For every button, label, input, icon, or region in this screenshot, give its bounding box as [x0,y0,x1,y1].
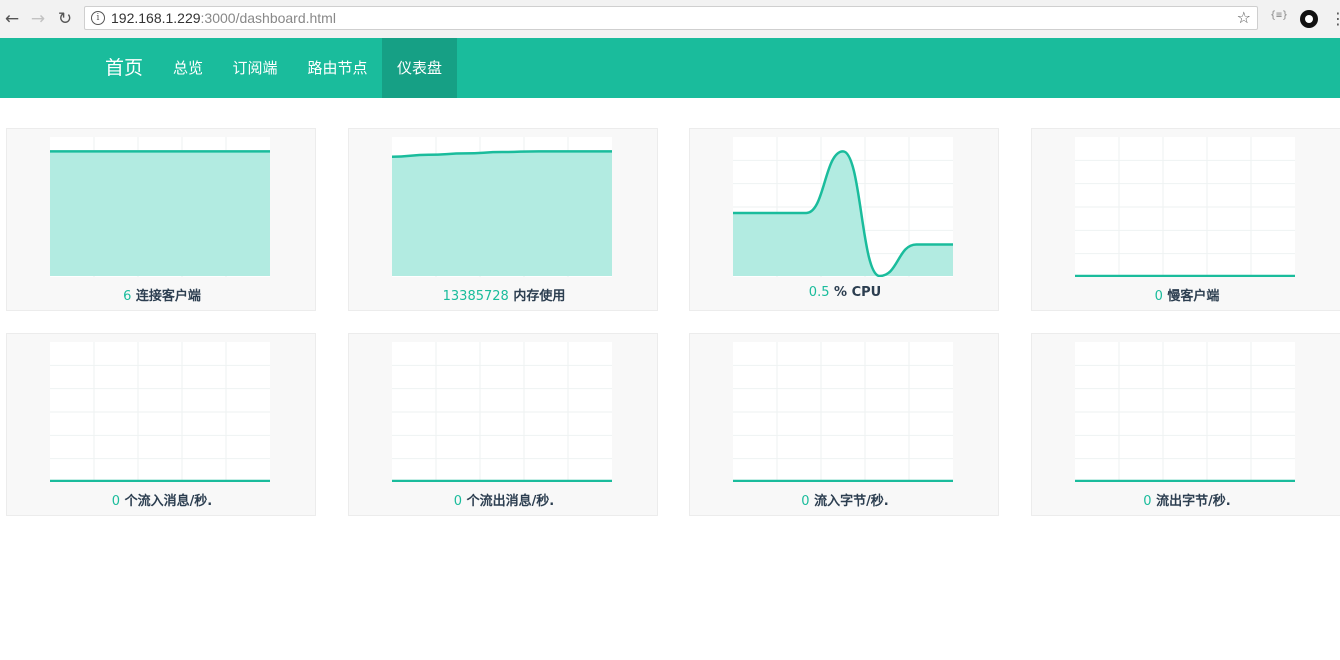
card-caption: 0 慢客户端 [1032,285,1340,304]
top-navbar: 首页 总览 订阅端 路由节点 仪表盘 [0,38,1340,98]
card-value: 0 [1154,289,1163,304]
card-caption: 0.5 % CPU [690,285,1000,300]
card-value: 0 [1143,494,1152,509]
card-cpu: 0.5 % CPU [689,128,999,311]
card-label: 慢客户端 [1167,289,1220,304]
browser-toolbar: ← → ↻ i 192.168.1.229:3000/dashboard.htm… [0,0,1340,39]
chart-bytes-out [1075,342,1295,482]
card-value: 0 [801,494,810,509]
chart-slow-clients [1075,137,1295,277]
card-caption: 6 连接客户端 [7,285,317,304]
bookmark-star-icon[interactable]: ☆ [1237,8,1251,27]
card-value: 13385728 [442,289,509,304]
url-host: 192.168.1.229 [111,10,201,26]
card-label: 内存使用 [513,289,566,304]
card-msgs-in: 0 个流入消息/秒. [6,333,316,516]
menu-icon[interactable]: ⋮ [1330,9,1340,28]
card-label: 个流出消息/秒. [466,494,555,509]
card-caption: 0 流出字节/秒. [1032,490,1340,509]
card-value: 0.5 [808,285,830,300]
card-value: 0 [111,494,121,509]
nav-item-dashboard[interactable]: 仪表盘 [382,38,457,98]
card-value: 0 [453,494,463,509]
card-connected-clients: 6 连接客户端 [6,128,316,311]
chart-memory-usage [392,137,612,277]
reload-icon[interactable]: ↻ [55,9,75,29]
nav-item-subscribers[interactable]: 订阅端 [225,38,285,98]
nav-item-overview[interactable]: 总览 [163,38,213,98]
chart-bytes-in [733,342,953,482]
extension-icon[interactable]: {≡} [1270,10,1288,21]
url-text: 192.168.1.229:3000/dashboard.html [111,10,336,26]
card-memory-usage: 13385728 内存使用 [348,128,658,311]
back-icon[interactable]: ← [2,9,22,29]
card-caption: 13385728 内存使用 [349,285,659,304]
card-caption: 0 流入字节/秒. [690,490,1000,509]
card-bytes-in: 0 流入字节/秒. [689,333,999,516]
chart-area [392,151,612,276]
card-value: 6 [123,289,132,304]
card-caption: 0 个流入消息/秒. [7,490,317,509]
chart-area [50,151,270,276]
card-caption: 0 个流出消息/秒. [349,490,659,509]
forward-icon[interactable]: → [28,9,48,29]
card-label: % CPU [834,285,882,300]
card-bytes-out: 0 流出字节/秒. [1031,333,1340,516]
card-slow-clients: 0 慢客户端 [1031,128,1340,311]
nav-brand-home[interactable]: 首页 [105,38,143,98]
card-label: 流入字节/秒. [814,494,889,509]
card-label: 流出字节/秒. [1156,494,1231,509]
chart-connected-clients [50,137,270,277]
extension-record-icon[interactable] [1300,10,1318,28]
chart-cpu [733,137,953,277]
nav-item-routes[interactable]: 路由节点 [300,38,375,98]
card-label: 连接客户端 [135,289,201,304]
card-label: 个流入消息/秒. [124,494,213,509]
address-bar[interactable]: i 192.168.1.229:3000/dashboard.html ☆ [84,6,1258,30]
chart-msgs-out [392,342,612,482]
chart-msgs-in [50,342,270,482]
info-icon[interactable]: i [91,11,105,25]
card-msgs-out: 0 个流出消息/秒. [348,333,658,516]
url-path: :3000/dashboard.html [200,10,336,26]
